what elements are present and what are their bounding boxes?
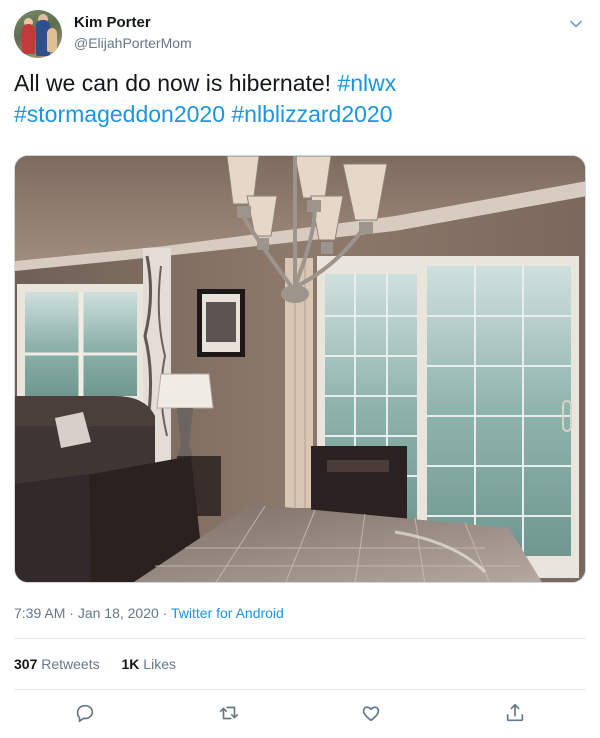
likes-count: 1K	[121, 656, 140, 672]
likes-stat[interactable]: 1K Likes	[122, 656, 176, 672]
retweet-icon[interactable]	[218, 702, 242, 726]
divider	[14, 638, 586, 639]
reply-icon[interactable]	[74, 702, 98, 726]
tweet-meta: 7:39 AM · Jan 18, 2020 · Twitter for And…	[14, 605, 284, 621]
author-name[interactable]: Kim Porter	[74, 14, 151, 31]
tweet-source-link[interactable]: Twitter for Android	[171, 605, 284, 621]
author-handle[interactable]: @ElijahPorterMom	[74, 35, 192, 51]
chevron-down-icon[interactable]	[566, 14, 586, 34]
tweet-text-body: All we can do now is hibernate!	[14, 70, 338, 96]
tweet-actions	[0, 702, 600, 728]
hashtag-link[interactable]: #nlblizzard2020	[231, 101, 392, 127]
tweet: Kim Porter @ElijahPorterMom All we can d…	[0, 0, 600, 738]
tweet-photo[interactable]	[14, 155, 586, 583]
tweet-text: All we can do now is hibernate! #nlwx #st…	[14, 68, 586, 130]
retweets-stat[interactable]: 307 Retweets	[14, 656, 100, 672]
likes-label: Likes	[143, 656, 176, 672]
hashtag-link[interactable]: #stormageddon2020	[14, 101, 225, 127]
hashtag-link[interactable]: #nlwx	[337, 70, 396, 96]
tweet-date[interactable]: Jan 18, 2020	[78, 605, 159, 621]
heart-icon[interactable]	[360, 702, 384, 726]
share-icon[interactable]	[504, 702, 528, 726]
retweets-count: 307	[14, 656, 38, 672]
retweets-label: Retweets	[41, 656, 100, 672]
tweet-time[interactable]: 7:39 AM	[14, 605, 65, 621]
avatar[interactable]	[14, 10, 62, 58]
tweet-stats: 307 Retweets 1K Likes	[14, 656, 194, 672]
meta-separator: ·	[65, 605, 78, 621]
meta-separator: ·	[158, 605, 171, 621]
divider	[14, 689, 586, 690]
